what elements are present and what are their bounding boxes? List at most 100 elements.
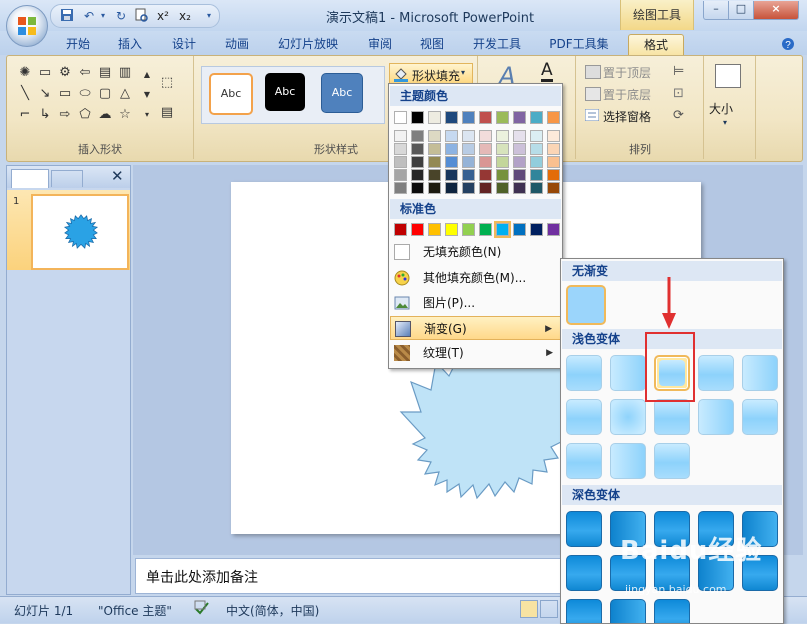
theme-shade-swatch[interactable] [496,182,509,194]
theme-shade-swatch[interactable] [394,130,407,142]
standard-color-swatch[interactable] [411,223,424,236]
close-pane-icon[interactable]: ✕ [111,167,124,185]
theme-shade-swatch[interactable] [496,130,509,142]
light-variant-10[interactable] [742,399,778,435]
save-icon[interactable] [59,8,75,24]
menu-item-no-fill[interactable]: 无填充颜色(N) [390,240,561,264]
tab-slideshow[interactable]: 幻灯片放映 [270,34,346,55]
dark-variant-6[interactable] [566,555,602,591]
standard-color-swatch[interactable] [462,223,475,236]
tab-animation[interactable]: 动画 [217,34,257,55]
shape-fill-button[interactable]: 形状填充 ▾ [389,63,473,85]
theme-color-swatch[interactable] [496,111,509,124]
theme-shade-swatch[interactable] [479,130,492,142]
theme-color-swatch[interactable] [411,111,424,124]
theme-shade-swatch[interactable] [496,143,509,155]
theme-shade-swatch[interactable] [445,169,458,181]
menu-item-more-colors[interactable]: 其他填充颜色(M)... [390,266,561,290]
shape-rounded-rect-icon[interactable]: ▢ [97,87,113,101]
theme-shade-swatch[interactable] [547,169,560,181]
tab-slides[interactable] [11,169,49,188]
spellcheck-icon[interactable] [194,600,210,619]
theme-shade-swatch[interactable] [513,156,526,168]
shape-pentagon-icon[interactable]: ⬠ [77,108,93,122]
theme-color-swatch[interactable] [547,111,560,124]
theme-shade-swatch[interactable] [445,130,458,142]
theme-shade-swatch[interactable] [462,156,475,168]
theme-shade-swatch[interactable] [428,156,441,168]
tab-pdf-tools[interactable]: PDF工具集 [542,34,616,55]
shape-arrow-left-icon[interactable]: ⇦ [77,66,93,80]
theme-shade-swatch[interactable] [513,182,526,194]
theme-shade-swatch[interactable] [462,182,475,194]
light-variant-2[interactable] [610,355,646,391]
shape-arrow-line-icon[interactable]: ↘ [37,87,53,101]
no-gradient-option[interactable] [566,285,606,325]
print-preview-icon[interactable] [133,8,149,24]
theme-shade-swatch[interactable] [547,143,560,155]
theme-color-swatch[interactable] [530,111,543,124]
theme-shade-swatch[interactable] [479,143,492,155]
style-blue-fill[interactable]: Abc [321,73,363,113]
theme-shade-swatch[interactable] [547,182,560,194]
shape-star-icon[interactable]: ☆ [117,108,133,122]
theme-shade-swatch[interactable] [428,143,441,155]
tab-developer[interactable]: 开发工具 [466,34,528,55]
light-variant-9[interactable] [698,399,734,435]
theme-shade-swatch[interactable] [496,156,509,168]
light-variant-1[interactable] [566,355,602,391]
help-icon[interactable]: ? [780,34,796,55]
standard-color-swatch[interactable] [479,223,492,236]
slide-sorter-view-icon[interactable] [540,600,558,618]
standard-color-swatch[interactable] [394,223,407,236]
theme-shade-swatch[interactable] [445,182,458,194]
theme-shade-swatch[interactable] [411,182,424,194]
theme-shade-swatch[interactable] [394,182,407,194]
style-black-fill[interactable]: Abc [265,73,305,111]
theme-color-swatch[interactable] [428,111,441,124]
standard-color-swatch[interactable] [547,223,560,236]
tab-outline[interactable] [51,170,83,187]
light-variant-4[interactable] [698,355,734,391]
shape-cloud-icon[interactable]: ☁ [97,108,113,122]
subscript-icon[interactable]: x₂ [177,8,193,24]
standard-color-swatch[interactable] [445,223,458,236]
theme-shade-swatch[interactable] [513,143,526,155]
theme-shade-swatch[interactable] [462,169,475,181]
normal-view-icon[interactable] [520,600,538,618]
theme-color-swatch[interactable] [462,111,475,124]
redo-icon[interactable]: ↻ [113,8,129,24]
standard-color-swatch[interactable] [513,223,526,236]
customize-qat-icon[interactable]: ▾ [201,8,217,24]
textbox-icon[interactable]: ▤ [159,106,175,120]
shape-elbow-arrow-icon[interactable]: ↳ [37,108,53,122]
shape-callout-icon[interactable]: ▭ [37,66,53,80]
light-variant-6[interactable] [566,399,602,435]
theme-shade-swatch[interactable] [394,169,407,181]
shape-textbox-icon[interactable]: ▤ [97,66,113,80]
theme-shade-swatch[interactable] [530,143,543,155]
dark-variant-12[interactable] [610,599,646,623]
theme-shade-swatch[interactable] [513,169,526,181]
theme-shade-swatch[interactable] [428,130,441,142]
theme-shade-swatch[interactable] [479,169,492,181]
dark-variant-1[interactable] [566,511,602,547]
tab-design[interactable]: 设计 [164,34,204,55]
tab-view[interactable]: 视图 [412,34,452,55]
theme-shade-swatch[interactable] [479,182,492,194]
minimize-button[interactable]: – [703,1,729,20]
theme-shade-swatch[interactable] [411,143,424,155]
tab-review[interactable]: 审阅 [360,34,400,55]
menu-item-gradient[interactable]: 渐变(G) ▶ [390,316,561,340]
office-button[interactable] [6,5,48,47]
standard-color-swatch[interactable] [530,223,543,236]
rotate-icon[interactable]: ⟳ [673,108,684,123]
theme-shade-swatch[interactable] [411,169,424,181]
tab-insert[interactable]: 插入 [110,34,150,55]
theme-shade-swatch[interactable] [394,156,407,168]
dark-variant-13[interactable] [654,599,690,623]
theme-shade-swatch[interactable] [530,169,543,181]
light-variant-7[interactable] [610,399,646,435]
align-icon[interactable]: ⊨ [673,64,684,79]
theme-shade-swatch[interactable] [411,156,424,168]
